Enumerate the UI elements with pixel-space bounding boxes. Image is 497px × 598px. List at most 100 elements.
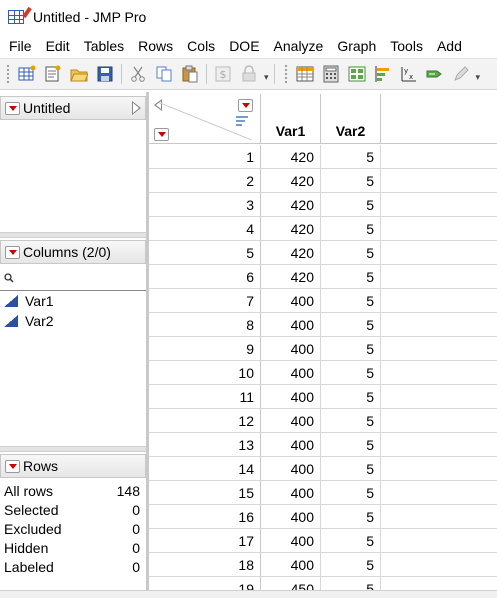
menu-add-ins[interactable]: Add <box>429 38 468 54</box>
row-number[interactable]: 5 <box>149 241 261 265</box>
menu-graph[interactable]: Graph <box>329 38 382 54</box>
cell-var1[interactable]: 400 <box>261 529 321 553</box>
row-number[interactable]: 9 <box>149 337 261 361</box>
row-number[interactable]: 15 <box>149 481 261 505</box>
row-number[interactable]: 18 <box>149 553 261 577</box>
cell-var2[interactable]: 5 <box>321 289 381 313</box>
cell-var1[interactable]: 400 <box>261 457 321 481</box>
lock-button[interactable] <box>238 63 260 85</box>
table-row[interactable]: 11 400 5 <box>149 385 497 409</box>
column-header-var2[interactable]: Var2 <box>321 94 381 144</box>
cell-empty[interactable] <box>381 553 497 577</box>
table-row[interactable]: 17 400 5 <box>149 529 497 553</box>
table-row[interactable]: 7 400 5 <box>149 289 497 313</box>
cell-var2[interactable]: 5 <box>321 385 381 409</box>
toolbar-overflow-icon[interactable]: ▾ <box>264 72 269 83</box>
cell-var2[interactable]: 5 <box>321 193 381 217</box>
cell-var1[interactable]: 400 <box>261 289 321 313</box>
column-item-var2[interactable]: Var2 <box>4 313 54 329</box>
red-triangle-menu-icon[interactable] <box>5 245 20 259</box>
cell-var1[interactable]: 400 <box>261 481 321 505</box>
toolbar-grip[interactable] <box>6 64 10 84</box>
column-item-var1[interactable]: Var1 <box>4 293 54 309</box>
cell-empty[interactable] <box>381 457 497 481</box>
cell-var1[interactable]: 420 <box>261 145 321 169</box>
cell-empty[interactable] <box>381 433 497 457</box>
row-number[interactable]: 17 <box>149 529 261 553</box>
cell-empty[interactable] <box>381 481 497 505</box>
columns-red-triangle-icon[interactable] <box>238 99 253 112</box>
distribution-button[interactable] <box>346 63 368 85</box>
cell-empty[interactable] <box>381 409 497 433</box>
column-search-input[interactable] <box>0 265 146 291</box>
cell-empty[interactable] <box>381 169 497 193</box>
table-row[interactable]: 3 420 5 <box>149 193 497 217</box>
table-row[interactable]: 8 400 5 <box>149 313 497 337</box>
menu-cols[interactable]: Cols <box>179 38 221 54</box>
row-number[interactable]: 10 <box>149 361 261 385</box>
row-number[interactable]: 11 <box>149 385 261 409</box>
cell-var2[interactable]: 5 <box>321 169 381 193</box>
red-triangle-menu-icon[interactable] <box>5 101 20 115</box>
panel-splitter[interactable] <box>0 232 146 238</box>
column-header-var1[interactable]: Var1 <box>261 94 321 144</box>
cell-empty[interactable] <box>381 361 497 385</box>
cell-var1[interactable]: 400 <box>261 433 321 457</box>
table-row[interactable]: 10 400 5 <box>149 361 497 385</box>
save-button[interactable] <box>94 63 116 85</box>
cell-var2[interactable]: 5 <box>321 433 381 457</box>
cell-empty[interactable] <box>381 313 497 337</box>
toolbar-grip[interactable] <box>283 64 288 84</box>
row-number[interactable]: 16 <box>149 505 261 529</box>
cell-var1[interactable]: 420 <box>261 265 321 289</box>
fit-y-by-x-button[interactable]: yx <box>398 63 420 85</box>
cell-var2[interactable]: 5 <box>321 481 381 505</box>
open-button[interactable] <box>68 63 90 85</box>
table-row[interactable]: 13 400 5 <box>149 433 497 457</box>
red-triangle-menu-icon[interactable] <box>5 459 20 473</box>
table-row[interactable]: 5 420 5 <box>149 241 497 265</box>
cell-var2[interactable]: 5 <box>321 457 381 481</box>
cell-empty[interactable] <box>381 505 497 529</box>
cell-var1[interactable]: 400 <box>261 409 321 433</box>
cell-empty[interactable] <box>381 265 497 289</box>
toolbar-overflow-icon[interactable]: ▾ <box>476 72 481 83</box>
table-row[interactable]: 6 420 5 <box>149 265 497 289</box>
row-number[interactable]: 2 <box>149 169 261 193</box>
cell-var1[interactable]: 400 <box>261 553 321 577</box>
cell-var2[interactable]: 5 <box>321 337 381 361</box>
data-grid-button[interactable] <box>294 63 316 85</box>
cell-var1[interactable]: 400 <box>261 361 321 385</box>
cell-var2[interactable]: 5 <box>321 553 381 577</box>
row-number[interactable]: 4 <box>149 217 261 241</box>
column-header-empty[interactable] <box>381 94 497 144</box>
table-row[interactable]: 14 400 5 <box>149 457 497 481</box>
cell-var1[interactable]: 420 <box>261 241 321 265</box>
new-script-button[interactable] <box>42 63 64 85</box>
menu-file[interactable]: File <box>0 38 38 54</box>
row-number[interactable]: 14 <box>149 457 261 481</box>
cell-empty[interactable] <box>381 241 497 265</box>
cell-var2[interactable]: 5 <box>321 505 381 529</box>
cell-var2[interactable]: 5 <box>321 241 381 265</box>
row-number[interactable]: 8 <box>149 313 261 337</box>
table-row[interactable]: 2 420 5 <box>149 169 497 193</box>
row-number[interactable]: 6 <box>149 265 261 289</box>
table-row[interactable]: 1 420 5 <box>149 145 497 169</box>
cell-var2[interactable]: 5 <box>321 145 381 169</box>
cell-var2[interactable]: 5 <box>321 313 381 337</box>
cell-var1[interactable]: 400 <box>261 385 321 409</box>
row-number[interactable]: 13 <box>149 433 261 457</box>
collapse-arrow-icon[interactable] <box>132 101 141 115</box>
menu-edit[interactable]: Edit <box>38 38 76 54</box>
table-row[interactable]: 15 400 5 <box>149 481 497 505</box>
cell-var2[interactable]: 5 <box>321 409 381 433</box>
cell-var1[interactable]: 420 <box>261 217 321 241</box>
menu-tools[interactable]: Tools <box>382 38 429 54</box>
cell-var1[interactable]: 400 <box>261 505 321 529</box>
hide-panel-arrow-icon[interactable] <box>154 99 162 111</box>
cell-var1[interactable]: 420 <box>261 169 321 193</box>
menu-rows[interactable]: Rows <box>130 38 179 54</box>
table-row[interactable]: 12 400 5 <box>149 409 497 433</box>
menu-analyze[interactable]: Analyze <box>266 38 330 54</box>
